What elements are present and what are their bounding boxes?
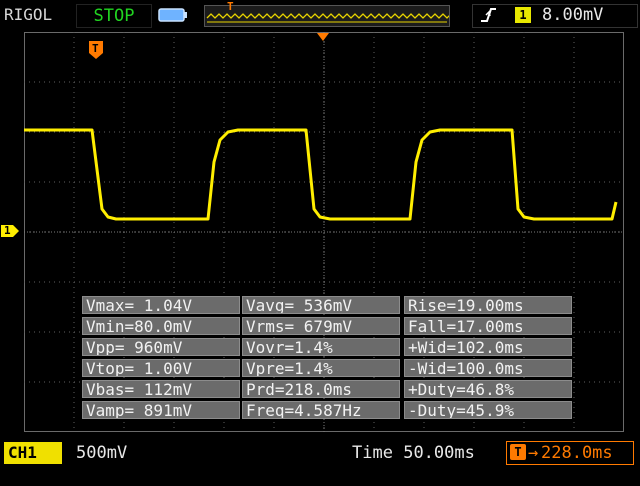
trigger-marker-icon[interactable]: T <box>88 40 104 60</box>
measurement-cell: -Wid=100.0ms <box>404 359 572 377</box>
measurement-cell: Vpre=1.4% <box>242 359 400 377</box>
memory-waveform-preview <box>206 13 476 23</box>
channel1-label: CH1 <box>8 443 37 462</box>
measurement-cell: -Duty=45.9% <box>404 401 572 419</box>
offset-arrow-icon: → <box>528 443 539 463</box>
rising-edge-icon <box>481 8 496 22</box>
trigger-offset-icon: T <box>510 444 526 460</box>
horizontal-position-value: 228.0ms <box>541 443 613 463</box>
measurement-cell: Vtop= 1.00V <box>82 359 240 377</box>
channel1-tag[interactable]: CH1 <box>4 442 62 479</box>
measurement-cell: Prd=218.0ms <box>242 380 400 398</box>
measurement-panel: Vmax= 1.04V Vavg= 536mV Rise=19.00ms Vmin=8… <box>82 296 572 426</box>
timebase-readout[interactable]: Time 50.00ms <box>352 443 475 463</box>
timebase-label: Time <box>352 443 393 463</box>
measurement-cell: +Wid=102.0ms <box>404 338 572 356</box>
trigger-channel-badge: 1 <box>515 7 531 23</box>
measurement-cell: Fall=17.00ms <box>404 317 572 335</box>
svg-text:T: T <box>227 1 234 11</box>
trigger-position-marker-icon[interactable] <box>316 32 330 42</box>
channel1-marker-label: 1 <box>4 224 11 237</box>
measurement-cell: Vamp= 891mV <box>82 401 240 419</box>
measurement-cell: Rise=19.00ms <box>404 296 572 314</box>
measurement-cell: +Duty=46.8% <box>404 380 572 398</box>
battery-icon <box>158 8 187 22</box>
channel1-scale: 500mV <box>76 443 128 463</box>
memory-depth-indicator <box>204 5 476 27</box>
svg-text:T: T <box>92 42 99 55</box>
run-stop-button[interactable]: STOP <box>76 4 152 28</box>
measurement-cell: Vrms= 679mV <box>242 317 400 335</box>
measurement-cell: Vmax= 1.04V <box>82 296 240 314</box>
dc-coupling-icon <box>5 471 19 479</box>
measurement-cell: Freq=4.587Hz <box>242 401 400 419</box>
brand-logo: RIGOL <box>4 5 53 24</box>
trigger-level-readout: 8.00mV <box>542 5 604 25</box>
measurement-cell: Vmin=80.0mV <box>82 317 240 335</box>
memory-trigger-marker-icon: T <box>227 1 234 11</box>
measurement-cell: Vovr=1.4% <box>242 338 400 356</box>
timebase-value: 50.00ms <box>403 443 475 463</box>
channel1-trace <box>24 128 618 221</box>
measurement-cell: Vpp= 960mV <box>82 338 240 356</box>
measurement-cell: Vbas= 112mV <box>82 380 240 398</box>
measurement-cell: Vavg= 536mV <box>242 296 400 314</box>
